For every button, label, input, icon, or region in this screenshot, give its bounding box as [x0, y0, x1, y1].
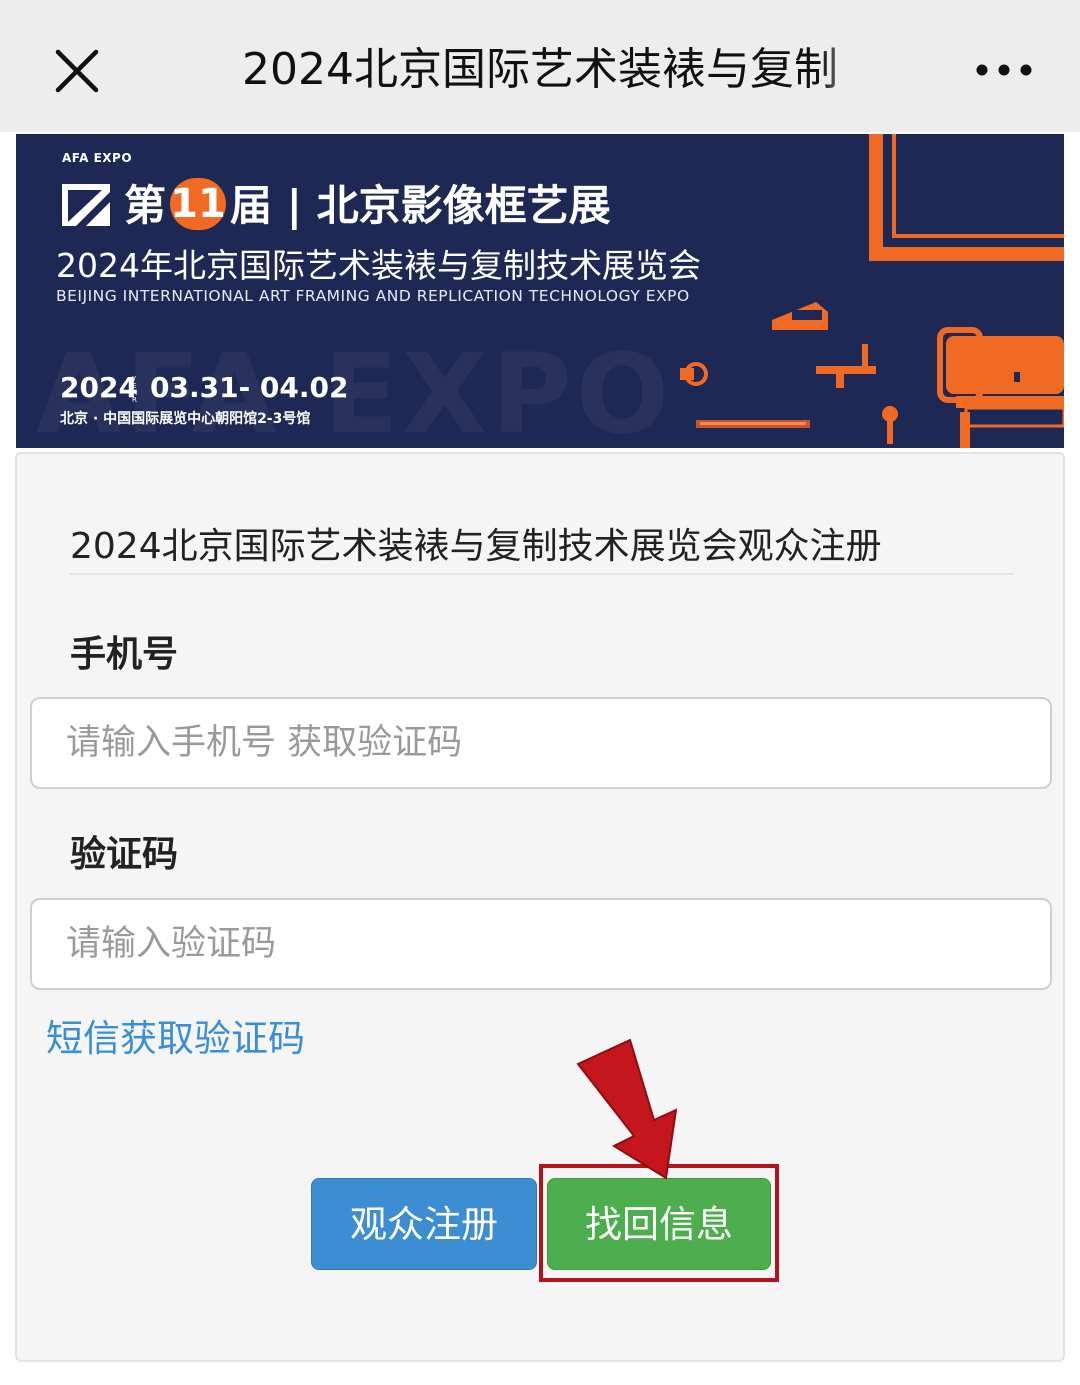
title-fade: [820, 38, 870, 102]
banner-title-prefix: 第: [124, 181, 167, 230]
banner-title: 第 11届 | 北京影像框艺展: [124, 178, 611, 234]
expo-banner: AFA EXPO AFA EXPO 第 11届 | 北京影像框艺展 2024年北…: [16, 134, 1064, 448]
top-nav-bar: 2024北京国际艺术装裱与复制: [0, 0, 1080, 132]
code-label: 验证码: [70, 834, 179, 875]
banner-subtitle-cn: 2024年北京国际艺术装裱与复制技术展览会: [56, 246, 701, 285]
banner-dates: 03.31- 04.02: [150, 371, 349, 404]
register-button[interactable]: 观众注册: [311, 1178, 537, 1270]
close-icon[interactable]: [50, 44, 104, 98]
more-dots-icon[interactable]: [972, 48, 1036, 92]
registration-form: 2024北京国际艺术装裱与复制技术展览会观众注册 手机号 验证码 短信获取验证码…: [15, 452, 1065, 1362]
framing-tools-icon: [680, 302, 898, 444]
banner-title-suffix: 届 | 北京影像框艺展: [230, 181, 611, 230]
title-divider: [70, 573, 1014, 575]
printer-machine-icon: [937, 327, 1064, 448]
banner-year-mark: YEAR: [132, 375, 137, 404]
sms-code-link[interactable]: 短信获取验证码: [46, 1014, 305, 1064]
edition-badge: 11: [170, 178, 227, 230]
retrieve-info-button[interactable]: 找回信息: [547, 1178, 771, 1270]
afa-logo-icon: [62, 184, 110, 226]
banner-logo-text: AFA EXPO: [62, 151, 133, 165]
page-title: 2024北京国际艺术装裱与复制: [242, 44, 838, 95]
frame-illustration-icon: [869, 134, 1064, 261]
phone-label: 手机号: [70, 634, 179, 675]
red-arrow-icon: [576, 1038, 678, 1180]
code-input[interactable]: [30, 898, 1052, 990]
banner-year: 2024: [60, 371, 138, 404]
phone-input[interactable]: [30, 697, 1052, 789]
banner-venue: 北京 · 中国国际展览中心朝阳馆2-3号馆: [60, 411, 311, 427]
banner-subtitle-en: BEIJING INTERNATIONAL ART FRAMING AND RE…: [56, 287, 690, 305]
form-title: 2024北京国际艺术装裱与复制技术展览会观众注册: [70, 526, 882, 567]
